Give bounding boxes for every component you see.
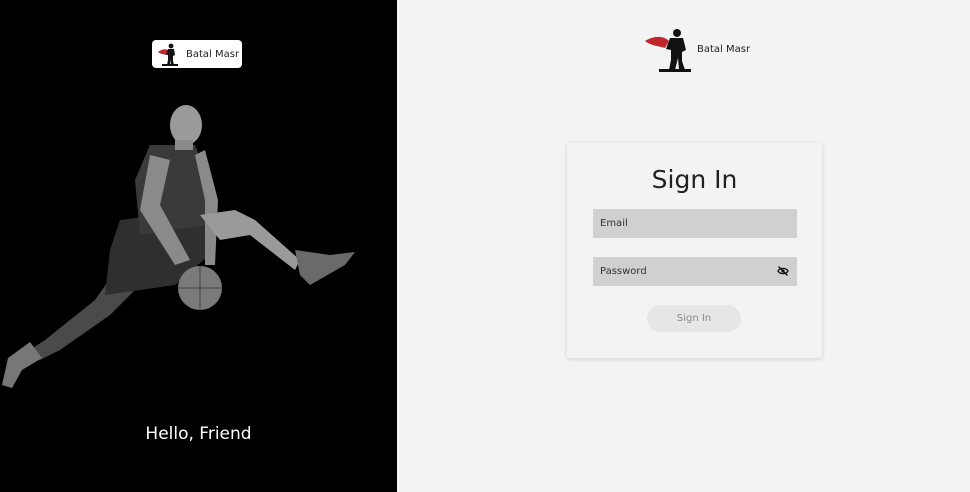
signin-button[interactable]: Sign In: [647, 305, 741, 332]
password-field-container: [593, 257, 797, 286]
eye-slash-icon[interactable]: [777, 265, 789, 277]
left-panel: Batal Masr Hello, Friend: [0, 0, 397, 492]
superhero-logo-icon: [645, 29, 691, 72]
signin-card: Sign In Sign In: [567, 143, 822, 358]
password-field[interactable]: [593, 266, 797, 277]
right-logo-text: Batal Masr: [697, 43, 751, 55]
superhero-logo-icon: [158, 43, 178, 66]
left-logo-badge: Batal Masr: [152, 40, 242, 68]
left-logo-text: Batal Masr: [186, 48, 240, 60]
right-logo: Batal Masr: [645, 26, 750, 72]
greeting-text: Hello, Friend: [145, 424, 252, 444]
right-panel: Batal Masr Sign In Sign In: [397, 0, 970, 492]
signin-title: Sign In: [651, 165, 738, 194]
email-field-container: [593, 209, 797, 238]
basketball-player-photo: [2, 105, 355, 388]
email-field[interactable]: [593, 218, 797, 229]
app-root: Batal Masr Hello, Friend Batal Masr Sign…: [0, 0, 970, 492]
